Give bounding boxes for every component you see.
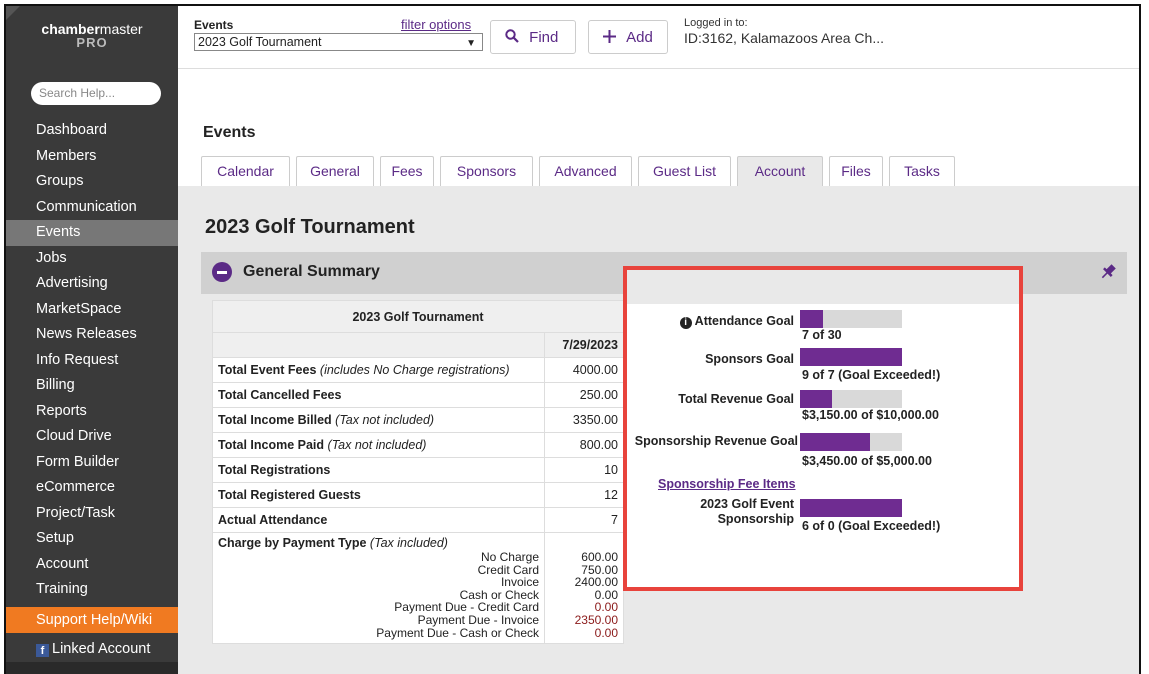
sidebar-item-info-request[interactable]: Info Request <box>6 348 178 374</box>
event-select-value: 2023 Golf Tournament <box>198 35 322 49</box>
sidebar-item-events[interactable]: Events <box>6 220 178 246</box>
tab-fees[interactable]: Fees <box>380 156 434 186</box>
collapse-icon[interactable] <box>212 262 232 282</box>
sidebar-item-marketspace[interactable]: MarketSpace <box>6 297 178 323</box>
table-row: Total Event Fees (includes No Charge reg… <box>212 357 624 383</box>
sidebar-item-training[interactable]: Training <box>6 577 178 603</box>
sidebar-item-project-task[interactable]: Project/Task <box>6 501 178 527</box>
sidebar-item-form-builder[interactable]: Form Builder <box>6 450 178 476</box>
tab-guest-list[interactable]: Guest List <box>638 156 731 186</box>
attendance-goal-label: i Attendance Goal <box>679 314 794 329</box>
attendance-goal-value: 7 of 30 <box>802 328 842 342</box>
tab-files[interactable]: Files <box>829 156 883 186</box>
filter-options-link[interactable]: filter options <box>401 17 471 32</box>
golf-event-sponsorship-value: 6 of 0 (Goal Exceeded!) <box>802 519 941 533</box>
content-area: 2023 Golf Tournament General Summary 202… <box>178 186 1139 674</box>
table-row: Total Registrations 10 <box>212 457 624 483</box>
sponsors-goal-label: Sponsors Goal <box>705 352 794 366</box>
section-title: General Summary <box>243 263 380 280</box>
table-row: Total Income Paid (Tax not included) 800.… <box>212 432 624 458</box>
top-bar: Events filter options 2023 Golf Tourname… <box>178 6 1139 69</box>
sidebar-item-billing[interactable]: Billing <box>6 373 178 399</box>
summary-table-title: 2023 Golf Tournament <box>212 300 624 333</box>
tab-sponsors[interactable]: Sponsors <box>440 156 533 186</box>
golf-event-sponsorship-bar <box>800 499 902 517</box>
app-window: chambermaster PRO Search Help... Dashboa… <box>4 4 1141 674</box>
add-button[interactable]: Add <box>588 20 668 54</box>
table-row: Total Registered Guests 12 <box>212 482 624 508</box>
goals-panel: i Attendance Goal 7 of 30 Sponsors Goal 9… <box>623 266 1023 591</box>
chevron-down-icon: ▼ <box>466 38 476 49</box>
sidebar-item-cloud-drive[interactable]: Cloud Drive <box>6 424 178 450</box>
logged-in-info: Logged in to: ID:3162, Kalamazoos Area C… <box>684 17 884 46</box>
sidebar-item-dashboard[interactable]: Dashboard <box>6 118 178 144</box>
golf-event-sponsorship-label: 2023 Golf Event Sponsorship <box>700 497 794 526</box>
revenue-goal-label: Total Revenue Goal <box>678 392 794 406</box>
sidebar-item-advertising[interactable]: Advertising <box>6 271 178 297</box>
table-row: Total Income Billed (Tax not included) 33… <box>212 407 624 433</box>
page-title: Events <box>203 124 256 141</box>
sidebar-item-setup[interactable]: Setup <box>6 526 178 552</box>
sponsorship-revenue-goal-label: Sponsorship Revenue Goal <box>634 434 798 448</box>
tab-general[interactable]: General <box>296 156 374 186</box>
revenue-goal-bar <box>800 390 902 408</box>
events-select-label: Events <box>194 18 234 32</box>
sidebar-item-support-help[interactable]: Support Help/Wiki <box>6 606 178 633</box>
sidebar-item-reports[interactable]: Reports <box>6 399 178 425</box>
tab-account[interactable]: Account <box>737 156 823 188</box>
sidebar-item-groups[interactable]: Groups <box>6 169 178 195</box>
table-row: Total Cancelled Fees 250.00 <box>212 382 624 408</box>
revenue-goal-value: $3,150.00 of $10,000.00 <box>802 408 939 422</box>
sidebar-item-members[interactable]: Members <box>6 144 178 170</box>
info-icon[interactable]: i <box>679 317 692 329</box>
table-row: Actual Attendance 7 <box>212 507 624 533</box>
sidebar-item-ecommerce[interactable]: eCommerce <box>6 475 178 501</box>
sidebar-item-communication[interactable]: Communication <box>6 195 178 221</box>
tab-advanced[interactable]: Advanced <box>539 156 632 186</box>
app-logo[interactable]: chambermaster PRO <box>6 6 178 66</box>
sidebar-nav: Dashboard Members Groups Communication E… <box>6 118 178 662</box>
sponsorship-revenue-goal-value: $3,450.00 of $5,000.00 <box>802 454 932 468</box>
sidebar-item-linked-account[interactable]: f Linked Account <box>6 637 178 663</box>
sidebar: chambermaster PRO Search Help... Dashboa… <box>6 6 178 674</box>
sidebar-item-news-releases[interactable]: News Releases <box>6 322 178 348</box>
facebook-icon: f <box>36 643 49 657</box>
summary-table: 2023 Golf Tournament 7/29/2023 Total Eve… <box>212 300 624 645</box>
tab-tasks[interactable]: Tasks <box>889 156 955 186</box>
sponsorship-revenue-goal-bar <box>800 433 902 451</box>
event-select[interactable]: 2023 Golf Tournament ▼ <box>194 33 483 51</box>
tab-calendar[interactable]: Calendar <box>201 156 290 186</box>
sidebar-item-jobs[interactable]: Jobs <box>6 246 178 272</box>
search-icon <box>505 29 523 46</box>
payment-type-row: Charge by Payment Type (Tax included) No… <box>212 531 624 645</box>
attendance-goal-bar <box>800 310 902 328</box>
event-name-heading: 2023 Golf Tournament <box>205 216 415 238</box>
sponsors-goal-bar <box>800 348 902 366</box>
sidebar-item-account[interactable]: Account <box>6 552 178 578</box>
sponsors-goal-value: 9 of 7 (Goal Exceeded!) <box>802 368 941 382</box>
find-button[interactable]: Find <box>490 20 576 54</box>
pin-icon[interactable] <box>1099 262 1117 282</box>
linked-account-label: Linked Account <box>52 640 151 657</box>
sponsorship-fee-items-link[interactable]: Sponsorship Fee Items <box>658 477 796 491</box>
date-header: 7/29/2023 <box>544 332 624 358</box>
plus-icon <box>603 29 620 46</box>
search-help-input[interactable]: Search Help... <box>31 82 161 105</box>
